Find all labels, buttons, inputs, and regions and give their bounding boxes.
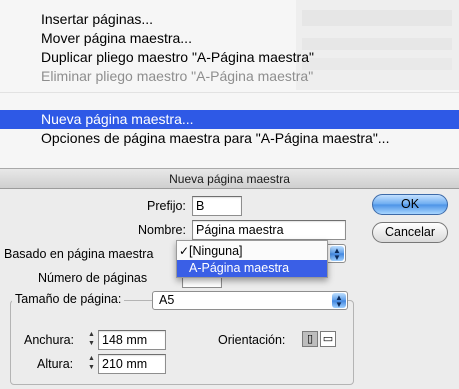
height-input[interactable]: 210 mm [98,354,166,374]
page-size-select[interactable]: A5 ▲ ▼ [152,291,348,310]
checkmark-icon: ✓ [179,244,190,258]
based-on-dropdown: ✓ [Ninguna] A-Página maestra [176,240,328,278]
cancel-button[interactable]: Cancelar [372,222,448,243]
based-on-label: Basado en página maestra [4,247,154,261]
popup-arrows-icon: ▲ ▼ [330,246,344,262]
portrait-orientation-icon[interactable]: ▯ [302,331,318,347]
ok-button[interactable]: OK [372,194,448,215]
menu-item-duplicate-master[interactable]: Duplicar pliego maestro "A-Página maestr… [0,48,459,67]
height-label: Altura: [37,357,74,371]
menu-item-new-master[interactable]: Nueva página maestra... [0,110,459,129]
dialog-title: Nueva página maestra [0,169,459,189]
menu-item-cut-off [0,148,459,158]
name-input[interactable]: Página maestra [192,220,346,240]
name-label: Nombre: [138,223,186,237]
width-label: Anchura: [24,333,75,347]
page-size-label: Tamaño de página: [12,291,125,307]
num-pages-label: Número de páginas [38,271,148,285]
menu-item-insert-pages[interactable]: Insertar páginas... [0,10,459,29]
dropdown-option-none[interactable]: ✓ [Ninguna] [177,243,327,260]
width-input[interactable]: 148 mm [98,330,166,350]
width-stepper[interactable]: ▲ ▼ [86,330,97,350]
prefix-input[interactable]: B [192,196,242,216]
popup-arrows-icon: ▲ ▼ [332,293,346,309]
context-menu: Insertar páginas... Mover página maestra… [0,0,459,168]
height-stepper[interactable]: ▲ ▼ [86,354,97,374]
menu-item-move-master[interactable]: Mover página maestra... [0,29,459,48]
dropdown-option-a-master[interactable]: A-Página maestra [177,260,327,277]
orientation-label: Orientación: [218,333,286,347]
menu-separator [0,92,459,93]
landscape-orientation-icon[interactable]: ▭ [320,331,336,347]
menu-item-delete-master: Eliminar pliego maestro "A-Página maestr… [41,68,314,84]
menu-item-master-options[interactable]: Opciones de página maestra para "A-Págin… [0,129,459,148]
prefix-label: Prefijo: [147,199,186,213]
